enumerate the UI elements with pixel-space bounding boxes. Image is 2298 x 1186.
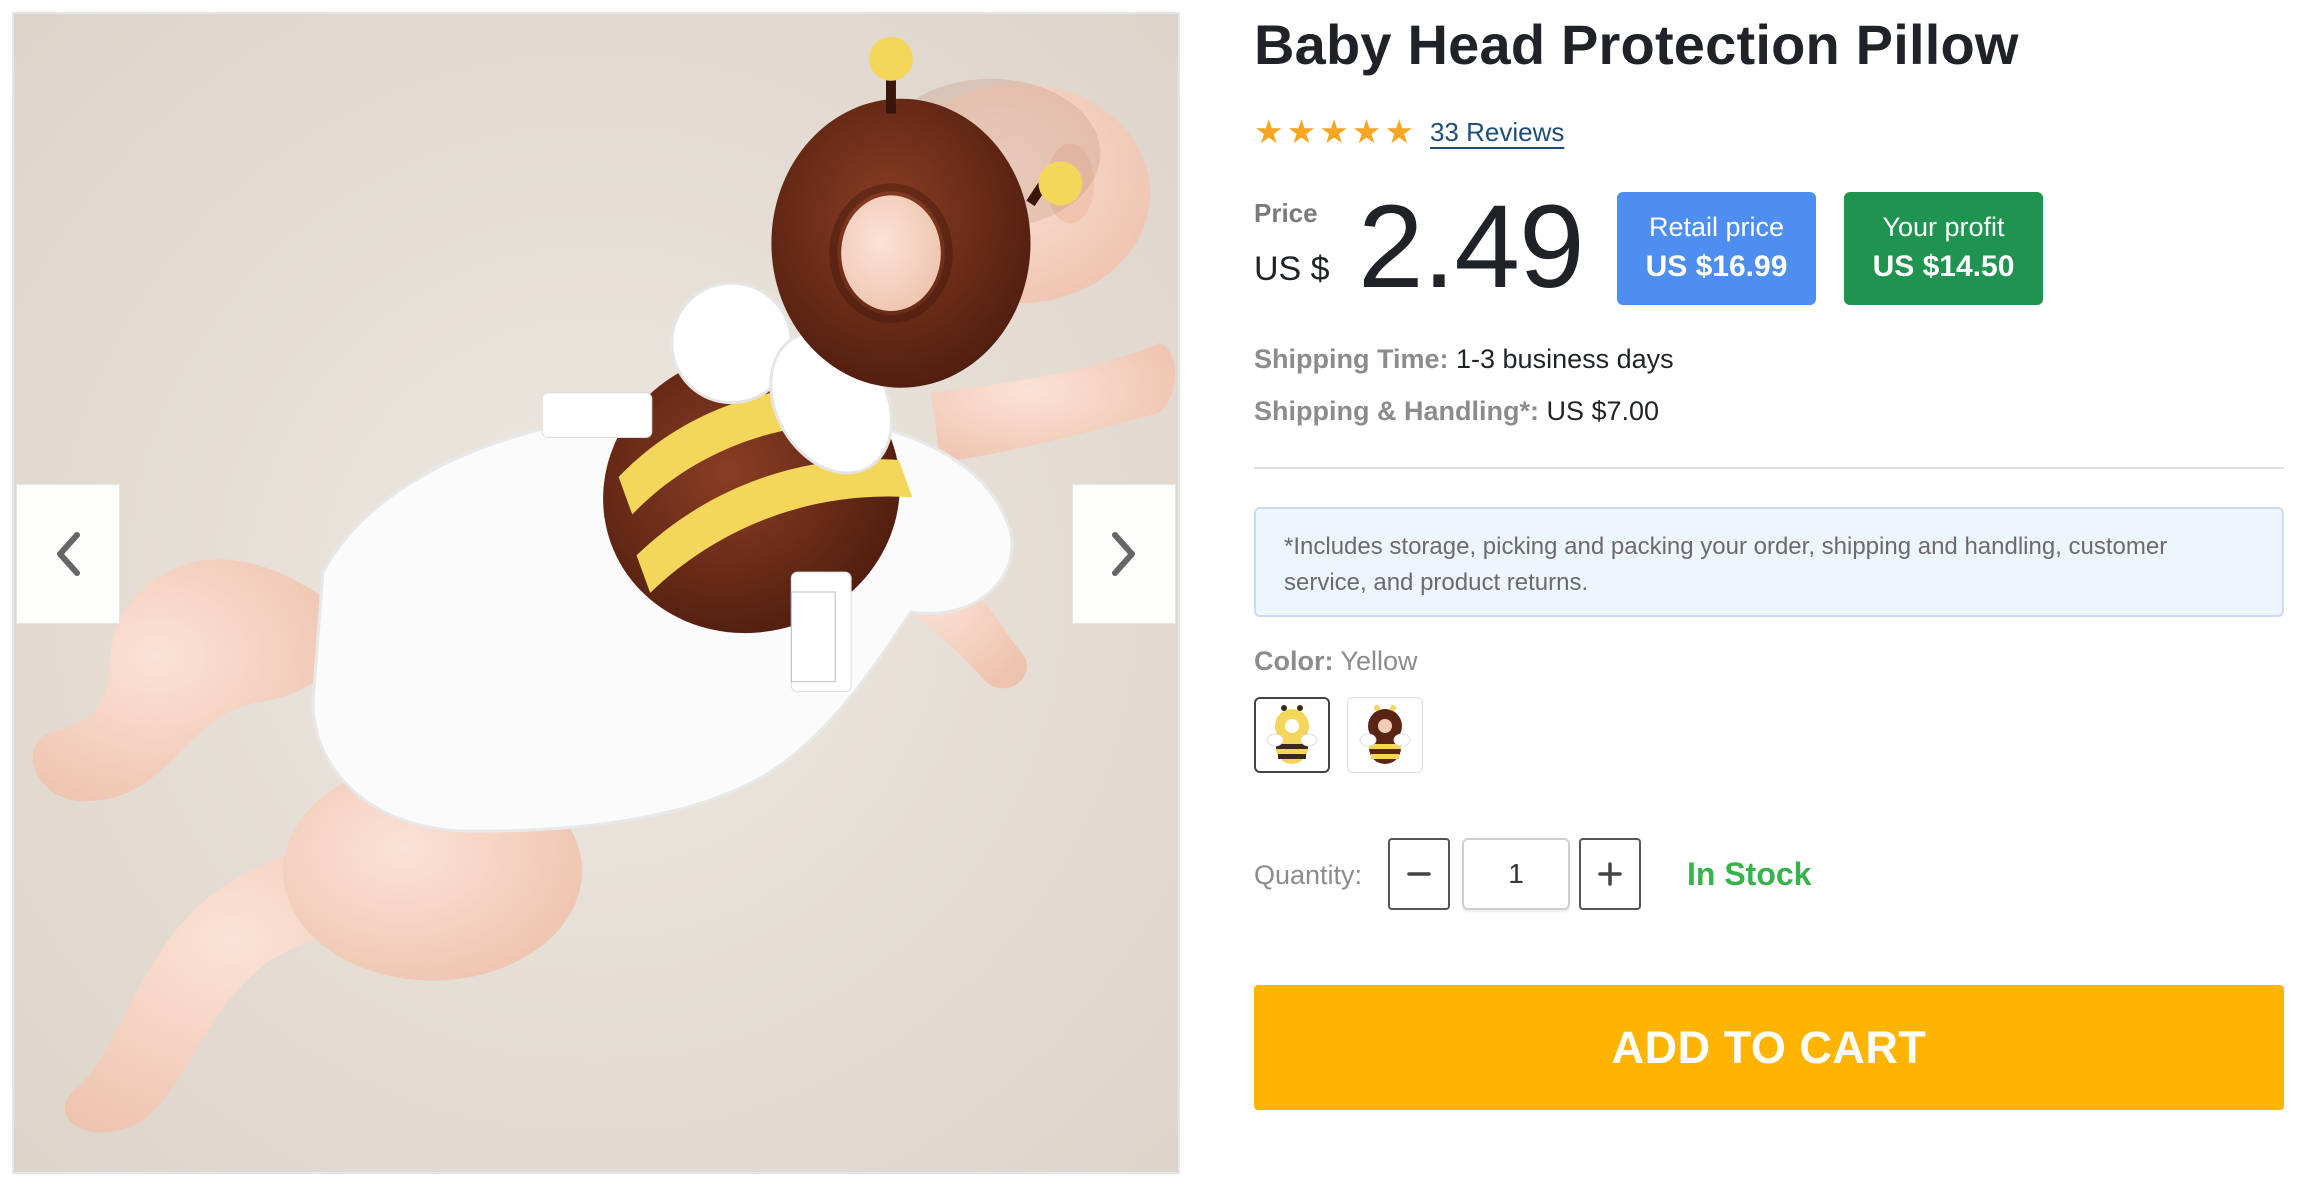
color-swatch-yellow[interactable] xyxy=(1254,697,1330,773)
star-icon: ★ xyxy=(1254,113,1284,150)
chevron-right-icon xyxy=(1112,532,1135,576)
price-currency: US $ xyxy=(1254,250,1330,288)
color-row: Color: Yellow xyxy=(1254,646,1418,677)
reviews-link[interactable]: 33 Reviews xyxy=(1430,117,1564,148)
minus-icon xyxy=(1407,872,1431,876)
product-title: Baby Head Protection Pillow xyxy=(1254,13,2019,76)
quantity-decrease-button[interactable] xyxy=(1388,838,1450,910)
quantity-input[interactable] xyxy=(1462,838,1570,910)
yellow-bee-pillow-thumbnail xyxy=(1266,705,1318,764)
color-swatch-brown[interactable] xyxy=(1347,697,1423,773)
shipping-time-label: Shipping Time: xyxy=(1254,344,1449,374)
add-to-cart-button[interactable]: ADD TO CART xyxy=(1254,985,2284,1110)
retail-price-value: US $16.99 xyxy=(1645,249,1788,283)
product-photo xyxy=(14,14,1178,1172)
plus-icon xyxy=(1598,862,1622,886)
gallery-next-button[interactable] xyxy=(1072,484,1176,624)
profit-value: US $14.50 xyxy=(1872,249,2015,283)
profit-badge: Your profit US $14.50 xyxy=(1844,192,2043,305)
star-icon: ★ xyxy=(1351,113,1382,150)
rating-row: ★ ★ ★ ★ ★ 33 Reviews xyxy=(1254,112,1564,152)
shipping-note: *Includes storage, picking and packing y… xyxy=(1254,507,2284,617)
shipping-handling-value: US $7.00 xyxy=(1546,396,1660,426)
shipping-handling-row: Shipping & Handling*: US $7.00 xyxy=(1254,396,1659,427)
star-icon: ★ xyxy=(1319,113,1349,150)
product-image-gallery xyxy=(12,12,1180,1174)
retail-price-badge: Retail price US $16.99 xyxy=(1617,192,1816,305)
shipping-time-row: Shipping Time: 1-3 business days xyxy=(1254,344,1674,375)
star-rating: ★ ★ ★ ★ ★ xyxy=(1254,112,1414,152)
divider xyxy=(1254,467,2284,469)
color-selected-value: Yellow xyxy=(1340,646,1418,676)
star-icon: ★ xyxy=(1384,113,1414,150)
chevron-left-icon xyxy=(57,532,80,576)
quantity-increase-button[interactable] xyxy=(1579,838,1641,910)
retail-price-label: Retail price xyxy=(1648,211,1785,242)
stock-status: In Stock xyxy=(1687,856,1812,892)
quantity-label: Quantity: xyxy=(1254,860,1363,890)
color-label: Color: xyxy=(1254,646,1334,676)
gallery-prev-button[interactable] xyxy=(16,484,120,624)
profit-label: Your profit xyxy=(1882,211,2005,242)
shipping-handling-label: Shipping & Handling*: xyxy=(1254,396,1539,426)
star-icon: ★ xyxy=(1286,113,1317,150)
price-value: 2.49 xyxy=(1358,181,1585,313)
shipping-time-value: 1-3 business days xyxy=(1456,344,1674,374)
brown-bee-pillow-thumbnail xyxy=(1359,705,1411,764)
price-label: Price xyxy=(1254,198,1318,228)
